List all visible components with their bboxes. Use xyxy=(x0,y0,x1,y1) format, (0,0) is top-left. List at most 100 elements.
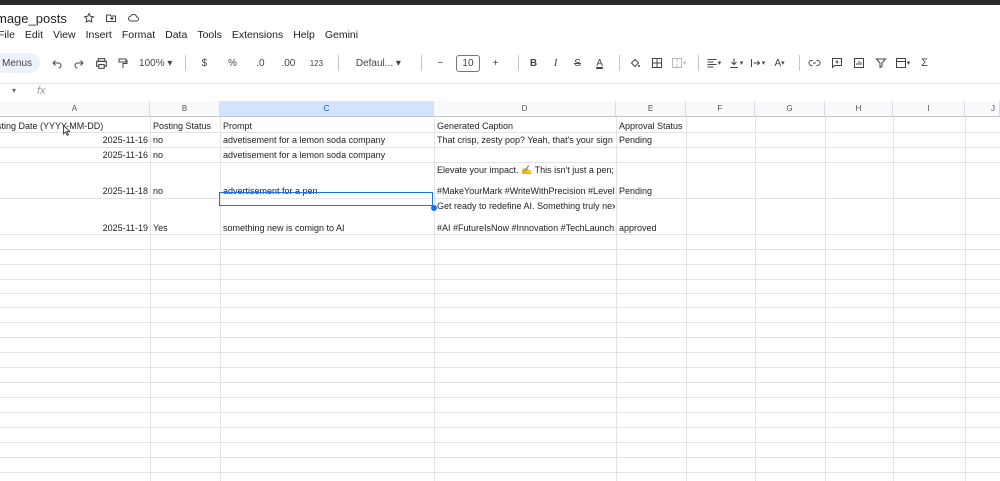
cell-d5-line1[interactable]: Get ready to redefine AI. Something trul… xyxy=(437,200,615,212)
insert-link-icon[interactable] xyxy=(806,53,824,73)
horizontal-align-icon[interactable]: ▾ xyxy=(705,53,723,73)
menu-format[interactable]: Format xyxy=(122,29,155,45)
column-header-a[interactable]: A xyxy=(0,101,150,117)
zoom-value: 100% xyxy=(139,57,165,69)
fill-color-icon[interactable] xyxy=(626,53,644,73)
paint-format-icon[interactable] xyxy=(114,53,132,73)
menu-help[interactable]: Help xyxy=(293,29,315,45)
cell-b2[interactable]: no xyxy=(153,134,219,146)
document-title[interactable]: mage_posts xyxy=(0,11,67,26)
spreadsheet-grid[interactable]: A B C D E F G H I J sting Date (YYYY-MM-… xyxy=(0,101,1000,481)
toolbar-divider xyxy=(517,55,519,71)
font-size-input[interactable]: 10 xyxy=(456,53,480,73)
cell-e4[interactable]: Pending xyxy=(619,185,685,197)
grid-line xyxy=(0,367,1000,368)
cell-d4-line2[interactable]: #MakeYourMark #WriteWithPrecision #Level… xyxy=(437,185,615,197)
filter-views-icon[interactable]: ▾ xyxy=(894,53,912,73)
increase-decimal-button[interactable]: .00 xyxy=(276,53,300,73)
insert-chart-icon[interactable] xyxy=(850,53,868,73)
grid-line xyxy=(0,457,1000,458)
font-size-decrease-button[interactable]: − xyxy=(428,53,452,73)
merge-cells-icon[interactable]: ▾ xyxy=(670,53,688,73)
menus-search-button[interactable]: Menus xyxy=(0,53,41,73)
toolbar-divider xyxy=(338,55,340,71)
cell-d2[interactable]: That crisp, zesty pop? Yeah, that's your… xyxy=(437,134,615,146)
cell-b3[interactable]: no xyxy=(153,149,219,161)
filter-icon[interactable] xyxy=(872,53,890,73)
title-icons xyxy=(82,11,140,25)
redo-icon[interactable] xyxy=(70,53,88,73)
column-header-h[interactable]: H xyxy=(825,101,893,117)
menu-file[interactable]: File xyxy=(0,29,15,45)
active-cell-selection[interactable] xyxy=(219,192,433,206)
strikethrough-icon[interactable]: S xyxy=(569,53,587,73)
cell-d1[interactable]: Generated Caption xyxy=(437,120,615,132)
column-header-i[interactable]: I xyxy=(893,101,965,117)
borders-icon[interactable] xyxy=(648,53,666,73)
menu-extensions[interactable]: Extensions xyxy=(232,29,283,45)
decrease-decimal-button[interactable]: .0 xyxy=(248,53,272,73)
cell-a3[interactable]: 2025-11-16 xyxy=(0,149,148,161)
star-icon[interactable] xyxy=(82,11,96,25)
toolbar-divider xyxy=(798,55,800,71)
menu-tools[interactable]: Tools xyxy=(197,29,222,45)
font-size-increase-button[interactable]: + xyxy=(484,53,508,73)
cell-b4[interactable]: no xyxy=(153,185,219,197)
text-rotation-icon[interactable]: A ▾ xyxy=(771,53,789,73)
cell-c2[interactable]: advetisement for a lemon soda company xyxy=(223,134,433,146)
toolbar: Menus 100% ▾ $ % .0 .00 123 Defaul... ▾ … xyxy=(0,52,1000,74)
cell-e5[interactable]: approved xyxy=(619,222,685,234)
toolbar-divider xyxy=(618,55,620,71)
cell-e2[interactable]: Pending xyxy=(619,134,685,146)
cell-c5[interactable]: something new is comign to AI xyxy=(223,222,433,234)
print-icon[interactable] xyxy=(92,53,110,73)
text-wrap-icon[interactable]: ▾ xyxy=(749,53,767,73)
column-header-c[interactable]: C xyxy=(220,101,434,117)
column-header-d[interactable]: D xyxy=(434,101,616,117)
zoom-select[interactable]: 100% ▾ xyxy=(136,53,175,73)
column-header-f[interactable]: F xyxy=(686,101,755,117)
font-select[interactable]: Defaul... ▾ xyxy=(345,53,411,73)
column-header-b[interactable]: B xyxy=(150,101,220,117)
cell-e1[interactable]: Approval Status xyxy=(619,120,685,132)
column-header-j[interactable]: J xyxy=(965,101,1000,117)
menu-view[interactable]: View xyxy=(53,29,76,45)
cell-a5[interactable]: 2025-11-19 xyxy=(0,222,148,234)
menu-insert[interactable]: Insert xyxy=(86,29,112,45)
move-folder-icon[interactable] xyxy=(104,11,118,25)
cloud-status-icon[interactable] xyxy=(126,11,140,25)
cell-d5-line2[interactable]: #AI #FutureIsNow #Innovation #TechLaunch… xyxy=(437,222,615,234)
bold-icon[interactable]: B xyxy=(525,53,543,73)
fill-handle[interactable] xyxy=(431,205,437,211)
functions-icon[interactable]: Σ xyxy=(916,53,934,73)
grid-line xyxy=(0,337,1000,338)
menu-gemini[interactable]: Gemini xyxy=(325,29,358,45)
cell-d4-line1[interactable]: Elevate your impact. ✍️ This isn't just … xyxy=(437,164,615,176)
grid-line xyxy=(0,293,1000,294)
menu-edit[interactable]: Edit xyxy=(25,29,43,45)
grid-line xyxy=(0,382,1000,383)
toolbar-divider xyxy=(185,55,187,71)
undo-icon[interactable] xyxy=(48,53,66,73)
cell-a4[interactable]: 2025-11-18 xyxy=(0,185,148,197)
cell-a1[interactable]: sting Date (YYYY-MM-DD) xyxy=(0,120,147,132)
grid-line xyxy=(0,442,1000,443)
grid-line xyxy=(0,472,1000,473)
number-format-button[interactable]: 123 xyxy=(304,53,328,73)
column-header-g[interactable]: G xyxy=(755,101,825,117)
name-box-dropdown-icon[interactable]: ▾ xyxy=(12,86,16,95)
cell-b5[interactable]: Yes xyxy=(153,222,219,234)
cell-b1[interactable]: Posting Status xyxy=(153,120,219,132)
italic-icon[interactable]: I xyxy=(547,53,565,73)
text-color-icon[interactable]: A xyxy=(591,53,609,73)
menu-data[interactable]: Data xyxy=(165,29,187,45)
vertical-align-icon[interactable]: ▾ xyxy=(727,53,745,73)
cell-a2[interactable]: 2025-11-16 xyxy=(0,134,148,146)
cell-c3[interactable]: advetisement for a lemon soda company xyxy=(223,149,433,161)
column-header-e[interactable]: E xyxy=(616,101,686,117)
grid-line xyxy=(0,322,1000,323)
insert-comment-icon[interactable] xyxy=(828,53,846,73)
percent-format-button[interactable]: % xyxy=(220,53,244,73)
cell-c1[interactable]: Prompt xyxy=(223,120,433,132)
currency-format-button[interactable]: $ xyxy=(192,53,216,73)
